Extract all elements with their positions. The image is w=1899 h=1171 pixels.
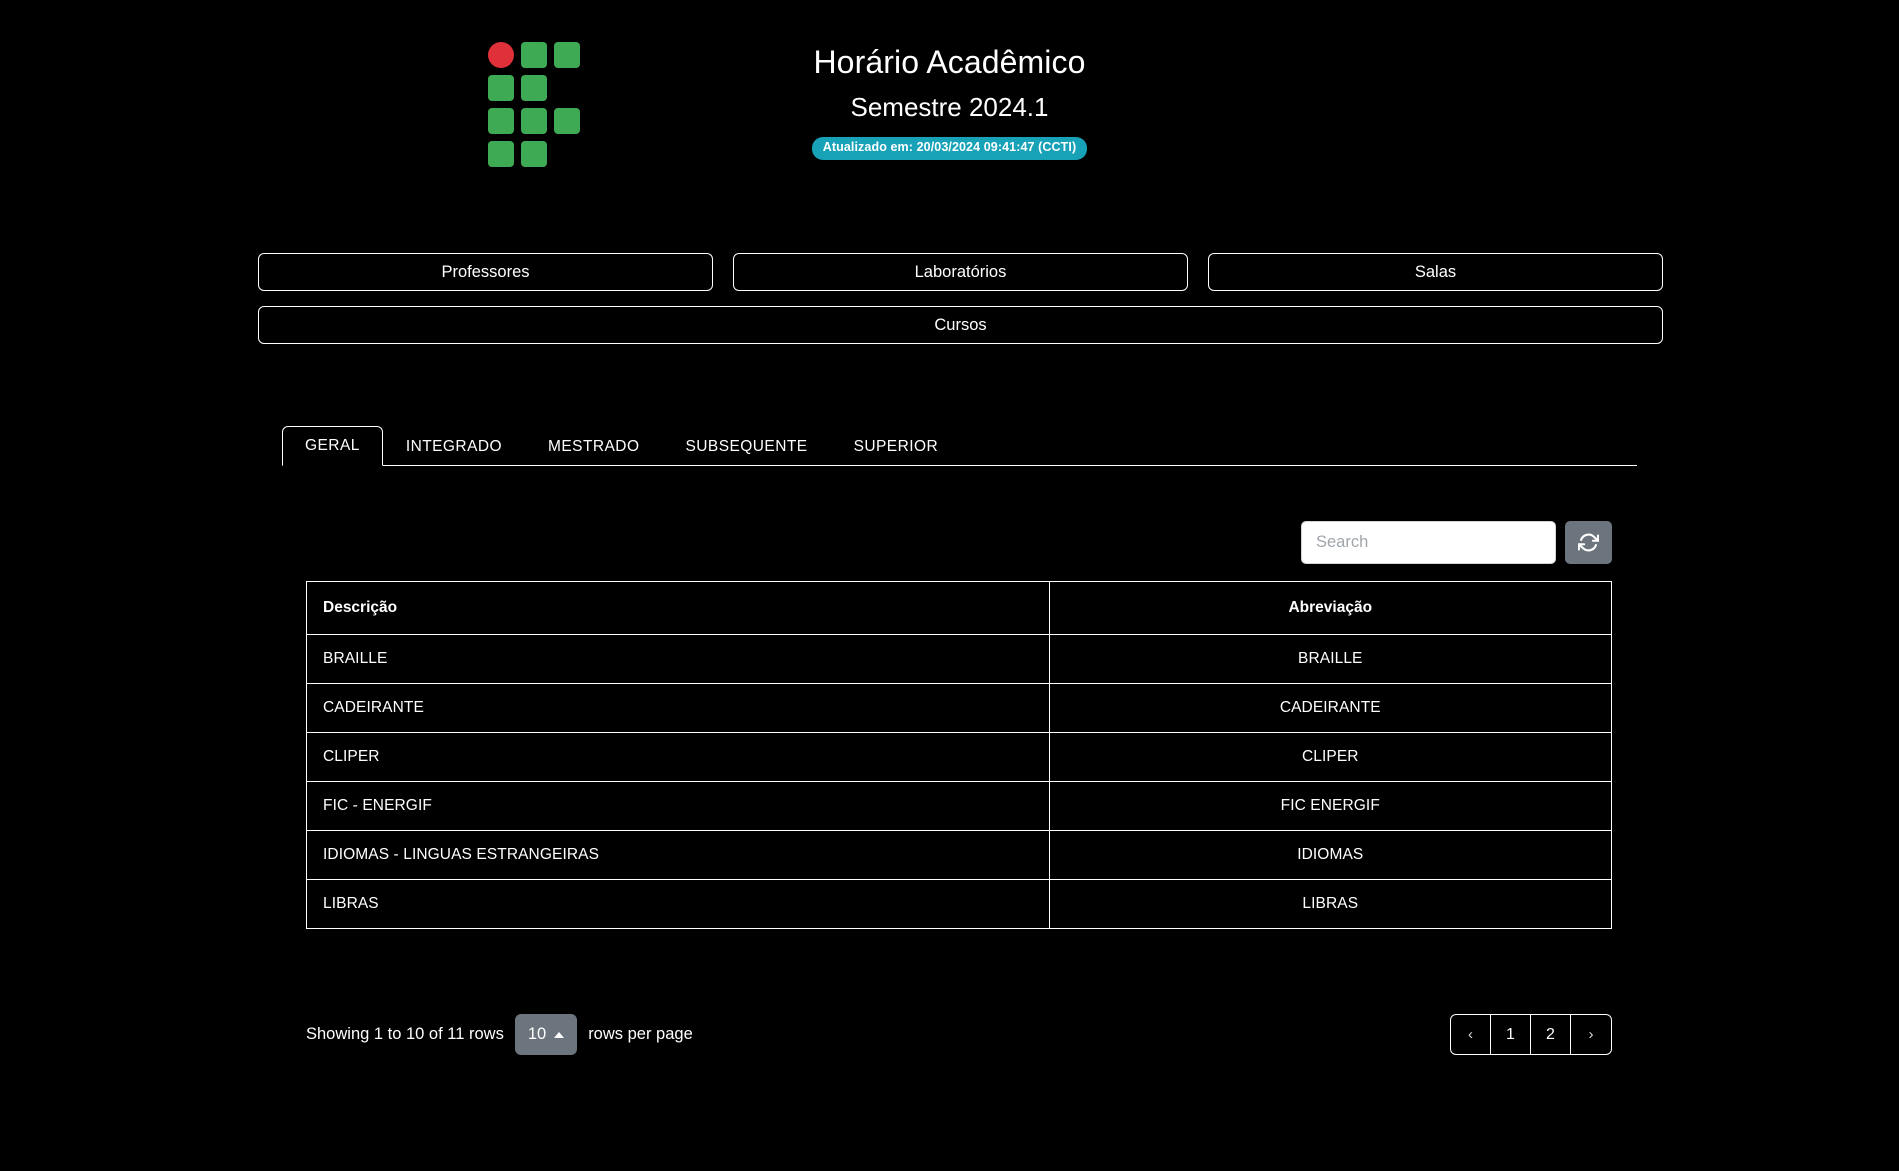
tab-bar-wrapper: GERAL INTEGRADO MESTRADO SUBSEQUENTE SUP… — [282, 424, 1637, 466]
pagination-next[interactable]: › — [1571, 1015, 1611, 1054]
search-input[interactable] — [1301, 521, 1556, 564]
last-updated-badge: Atualizado em: 20/03/2024 09:41:47 (CCTI… — [811, 136, 1088, 160]
data-table-wrapper: Descrição Abreviação BRAILLE BRAILLE CAD… — [306, 581, 1613, 929]
table-toolbar — [1301, 521, 1612, 564]
pagination: ‹ 1 2 › — [1450, 1014, 1612, 1055]
table-row[interactable]: BRAILLE BRAILLE — [306, 634, 1613, 684]
nav-button-professores[interactable]: Professores — [258, 253, 713, 291]
nav-button-area: Professores Laboratórios Salas Cursos — [258, 253, 1663, 359]
tab-subsequente[interactable]: SUBSEQUENTE — [662, 427, 830, 466]
badge-row: Atualizado em: 20/03/2024 09:41:47 (CCTI… — [0, 136, 1899, 160]
nav-button-cursos[interactable]: Cursos — [258, 306, 1663, 344]
cell-descricao: FIC - ENERGIF — [306, 781, 1050, 831]
table-footer: Showing 1 to 10 of 11 rows 10 rows per p… — [306, 1014, 1612, 1055]
table-row[interactable]: IDIOMAS - LINGUAS ESTRANGEIRAS IDIOMAS — [306, 830, 1613, 880]
cell-abreviacao: CADEIRANTE — [1048, 683, 1613, 733]
pagination-prev[interactable]: ‹ — [1451, 1015, 1491, 1054]
table-header-row: Descrição Abreviação — [306, 581, 1613, 635]
app-root: Horário Acadêmico Semestre 2024.1 Atuali… — [0, 0, 1899, 1171]
cell-descricao: IDIOMAS - LINGUAS ESTRANGEIRAS — [306, 830, 1050, 880]
page-size-dropdown[interactable]: 10 — [514, 1014, 578, 1055]
cell-descricao: LIBRAS — [306, 879, 1050, 929]
column-header-abreviacao[interactable]: Abreviação — [1048, 581, 1613, 635]
table-row[interactable]: CLIPER CLIPER — [306, 732, 1613, 782]
tab-geral[interactable]: GERAL — [282, 425, 383, 466]
caret-up-icon — [554, 1031, 565, 1038]
nav-button-row-1: Professores Laboratórios Salas — [258, 253, 1663, 291]
pagination-summary: Showing 1 to 10 of 11 rows 10 rows per p… — [306, 1014, 693, 1055]
nav-button-laboratorios[interactable]: Laboratórios — [733, 253, 1188, 291]
showing-text: Showing 1 to 10 of 11 rows — [306, 1025, 504, 1043]
cell-abreviacao: IDIOMAS — [1048, 830, 1613, 880]
data-table: Descrição Abreviação BRAILLE BRAILLE CAD… — [306, 581, 1613, 929]
page-subtitle: Semestre 2024.1 — [850, 92, 1049, 122]
column-header-descricao[interactable]: Descrição — [306, 581, 1050, 635]
cell-descricao: BRAILLE — [306, 634, 1050, 684]
table-row[interactable]: LIBRAS LIBRAS — [306, 879, 1613, 929]
page-size-value: 10 — [527, 1025, 547, 1043]
cell-descricao: CADEIRANTE — [306, 683, 1050, 733]
page-header: Horário Acadêmico Semestre 2024.1 Atuali… — [0, 0, 1899, 190]
tab-integrado[interactable]: INTEGRADO — [383, 427, 525, 466]
tab-superior[interactable]: SUPERIOR — [831, 427, 962, 466]
refresh-sync-icon — [1578, 532, 1599, 553]
table-row[interactable]: CADEIRANTE CADEIRANTE — [306, 683, 1613, 733]
page-title: Horário Acadêmico — [813, 44, 1086, 80]
cell-abreviacao: CLIPER — [1048, 732, 1613, 782]
tab-mestrado[interactable]: MESTRADO — [525, 427, 662, 466]
cell-descricao: CLIPER — [306, 732, 1050, 782]
cell-abreviacao: FIC ENERGIF — [1048, 781, 1613, 831]
nav-button-salas[interactable]: Salas — [1208, 253, 1663, 291]
table-head: Descrição Abreviação — [306, 581, 1613, 635]
pagination-page-2[interactable]: 2 — [1531, 1015, 1571, 1054]
title-block: Horário Acadêmico Semestre 2024.1 Atuali… — [0, 42, 1899, 160]
table-row[interactable]: FIC - ENERGIF FIC ENERGIF — [306, 781, 1613, 831]
rows-per-page-label: rows per page — [588, 1025, 693, 1043]
cell-abreviacao: BRAILLE — [1048, 634, 1613, 684]
cell-abreviacao: LIBRAS — [1048, 879, 1613, 929]
table-body: BRAILLE BRAILLE CADEIRANTE CADEIRANTE CL… — [306, 634, 1613, 929]
refresh-button[interactable] — [1565, 521, 1612, 564]
tab-bar: GERAL INTEGRADO MESTRADO SUBSEQUENTE SUP… — [282, 424, 1637, 466]
nav-button-row-2: Cursos — [258, 306, 1663, 344]
pagination-page-1[interactable]: 1 — [1491, 1015, 1531, 1054]
